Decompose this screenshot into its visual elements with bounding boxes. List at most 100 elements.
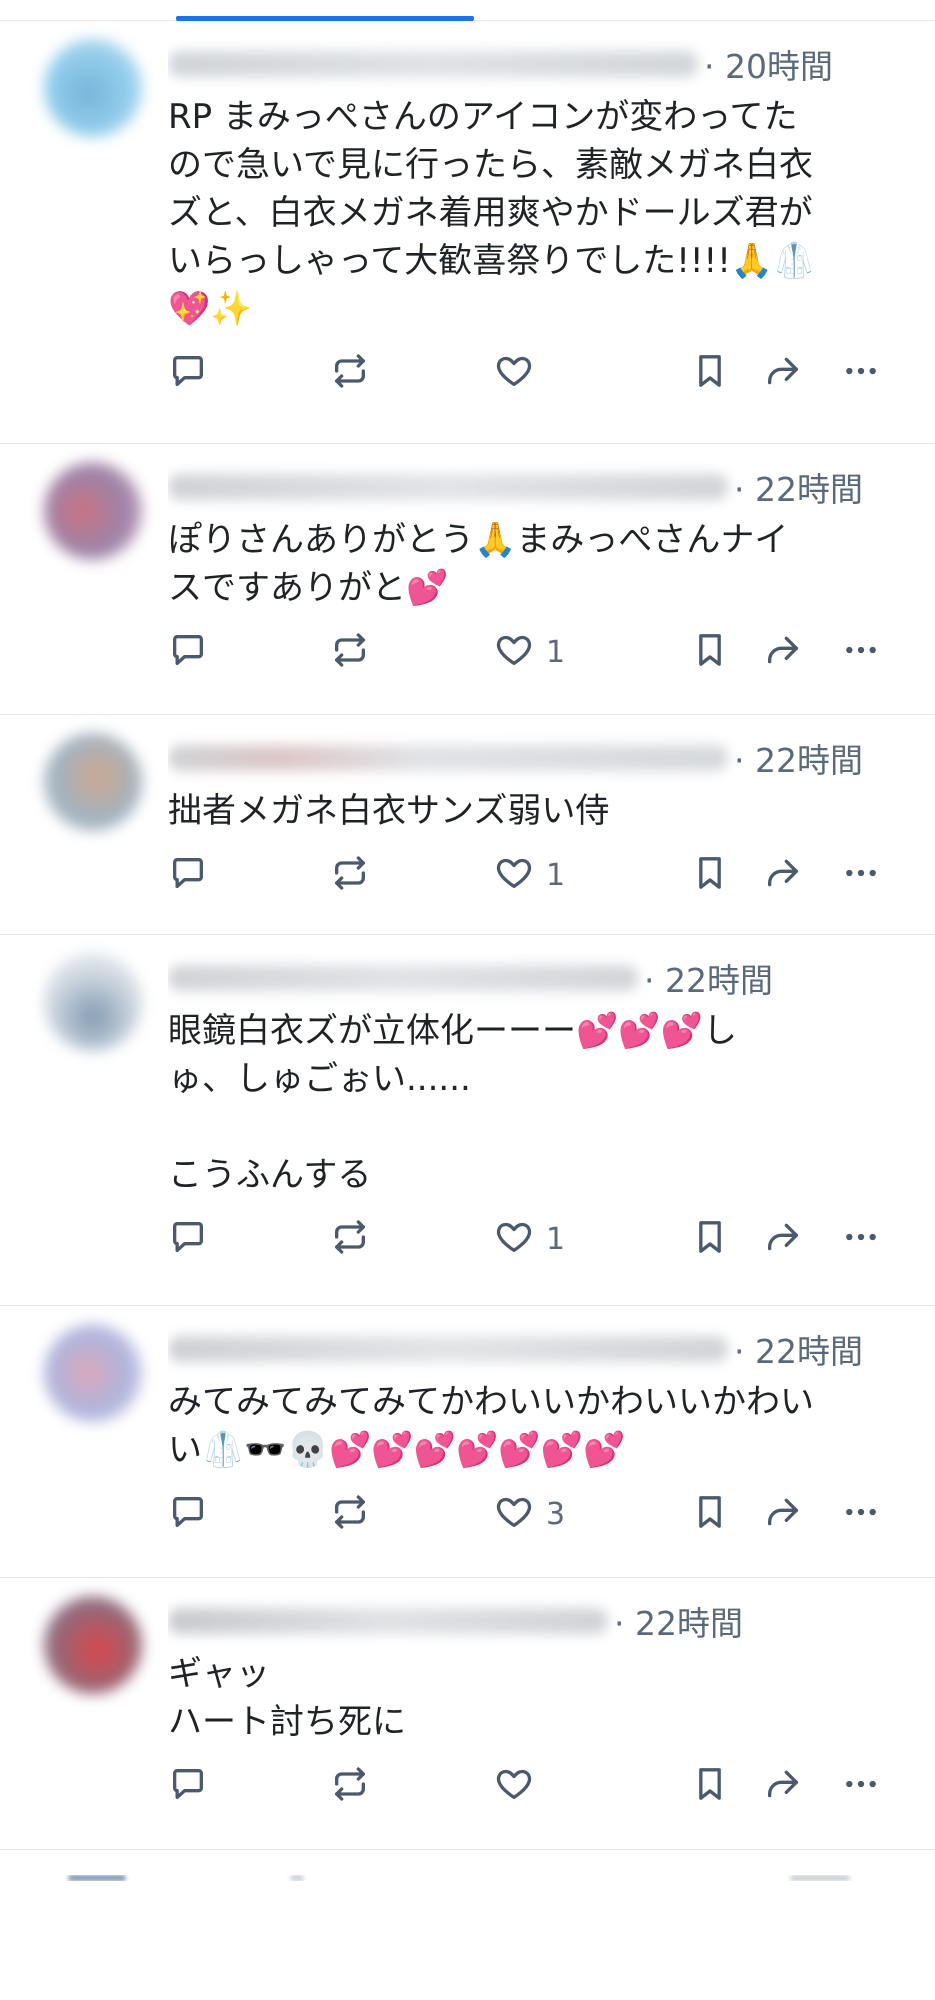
post-text-line: ギャッ bbox=[168, 1654, 270, 1694]
heart-icon bbox=[494, 1492, 534, 1536]
post[interactable]: · 22時間 みてみてみてみてかわいいかわいいかわい い🥼🕶️💀💕💕💕💕💕💕💕 … bbox=[0, 1306, 935, 1578]
repost-button[interactable] bbox=[330, 1219, 370, 1259]
repost-icon bbox=[330, 1217, 370, 1261]
reply-button[interactable] bbox=[168, 632, 208, 672]
reply-icon bbox=[168, 1764, 208, 1808]
bookmark-button[interactable] bbox=[690, 1219, 730, 1259]
bookmark-button[interactable] bbox=[690, 632, 730, 672]
post-text: 拙者メガネ白衣サンズ弱い侍 bbox=[168, 787, 905, 835]
repost-button[interactable] bbox=[330, 632, 370, 672]
post-text-line: スですありがと💕 bbox=[168, 568, 449, 608]
heart-icon bbox=[494, 853, 534, 897]
share-button[interactable] bbox=[763, 1494, 803, 1534]
author-name[interactable] bbox=[168, 745, 728, 771]
more-button[interactable] bbox=[841, 1219, 881, 1259]
post[interactable]: · 22時間 ぽりさんありがとう🙏まみっぺさんナイ スですありがと💕 1 bbox=[0, 444, 935, 715]
avatar[interactable] bbox=[44, 462, 142, 560]
repost-button[interactable] bbox=[330, 1766, 370, 1806]
share-button[interactable] bbox=[763, 1219, 803, 1259]
post-text-line: ので急いで見に行ったら、素敵メガネ白衣 bbox=[168, 145, 813, 185]
author-name[interactable] bbox=[168, 1608, 608, 1634]
bookmark-button[interactable] bbox=[690, 353, 730, 393]
post-text-line: ズと、白衣メガネ着用爽やかドールズ君が bbox=[168, 193, 813, 233]
bookmark-icon bbox=[690, 1492, 730, 1536]
avatar[interactable] bbox=[44, 1596, 142, 1694]
post-header: · 22時間 bbox=[168, 1596, 905, 1646]
post-header: · 22時間 bbox=[168, 733, 905, 783]
reply-button[interactable] bbox=[168, 1494, 208, 1534]
post-header: · 22時間 bbox=[168, 1324, 905, 1374]
reply-icon bbox=[168, 1217, 208, 1261]
post-text-line: みてみてみてみてかわいいかわいいかわい bbox=[168, 1382, 814, 1422]
more-button[interactable] bbox=[841, 632, 881, 672]
avatar[interactable] bbox=[44, 953, 142, 1051]
post-time[interactable]: · 20時間 bbox=[704, 40, 833, 88]
post-text-line: 💖✨ bbox=[168, 289, 253, 329]
repost-icon bbox=[330, 1492, 370, 1536]
post-time[interactable]: · 22時間 bbox=[644, 954, 773, 1002]
more-button[interactable] bbox=[841, 1494, 881, 1534]
avatar[interactable] bbox=[44, 1324, 142, 1422]
heart-icon bbox=[494, 1764, 534, 1808]
like-button[interactable] bbox=[494, 353, 546, 393]
more-icon bbox=[841, 630, 881, 674]
post-header: · 20時間 bbox=[168, 39, 905, 89]
share-button[interactable] bbox=[763, 855, 803, 895]
post-time[interactable]: · 22時間 bbox=[734, 1325, 863, 1373]
heart-icon bbox=[494, 1217, 534, 1261]
post[interactable]: · 20時間 RP まみっぺさんのアイコンが変わってた ので急いで見に行ったら、… bbox=[0, 21, 935, 444]
share-icon bbox=[763, 1492, 803, 1536]
author-name[interactable] bbox=[168, 474, 728, 500]
reply-button[interactable] bbox=[168, 1219, 208, 1259]
reply-button[interactable] bbox=[168, 1766, 208, 1806]
reply-button[interactable] bbox=[168, 353, 208, 393]
like-button[interactable] bbox=[494, 1766, 546, 1806]
repost-icon bbox=[330, 853, 370, 897]
like-button[interactable]: 1 bbox=[494, 632, 565, 672]
reply-button[interactable] bbox=[168, 855, 208, 895]
avatar[interactable] bbox=[44, 39, 142, 137]
share-icon bbox=[763, 1764, 803, 1808]
author-name[interactable] bbox=[168, 965, 638, 991]
like-count: 1 bbox=[546, 857, 566, 893]
post[interactable]: · 22時間 拙者メガネ白衣サンズ弱い侍 1 bbox=[0, 715, 935, 935]
avatar[interactable] bbox=[44, 733, 142, 831]
next-post-avatar-edge bbox=[68, 1875, 126, 1881]
post-text-line: ゅ、しゅごぉい...... bbox=[168, 1059, 471, 1099]
post-time[interactable]: · 22時間 bbox=[734, 734, 863, 782]
post-actions: 1 bbox=[168, 835, 905, 931]
post-actions bbox=[168, 333, 905, 429]
more-button[interactable] bbox=[841, 1766, 881, 1806]
post-time[interactable]: · 22時間 bbox=[614, 1597, 743, 1645]
reply-icon bbox=[168, 351, 208, 395]
share-icon bbox=[763, 853, 803, 897]
post-text-line: い🥼🕶️💀💕💕💕💕💕💕💕 bbox=[168, 1430, 626, 1470]
bookmark-button[interactable] bbox=[690, 855, 730, 895]
more-icon bbox=[841, 351, 881, 395]
post[interactable]: · 22時間 ギャッ ハート討ち死に bbox=[0, 1578, 935, 1850]
repost-button[interactable] bbox=[330, 1494, 370, 1534]
like-button[interactable]: 1 bbox=[494, 855, 565, 895]
next-post-time-edge bbox=[790, 1875, 850, 1881]
bookmark-button[interactable] bbox=[690, 1766, 730, 1806]
heart-icon bbox=[494, 630, 534, 674]
post-text-line: 拙者メガネ白衣サンズ弱い侍 bbox=[168, 791, 610, 831]
repost-button[interactable] bbox=[330, 353, 370, 393]
repost-button[interactable] bbox=[330, 855, 370, 895]
post[interactable]: · 22時間 眼鏡白衣ズが立体化ーーー💕💕💕し ゅ、しゅごぉい...... こう… bbox=[0, 935, 935, 1306]
share-button[interactable] bbox=[763, 353, 803, 393]
share-icon bbox=[763, 351, 803, 395]
more-button[interactable] bbox=[841, 855, 881, 895]
share-button[interactable] bbox=[763, 1766, 803, 1806]
share-button[interactable] bbox=[763, 632, 803, 672]
more-icon bbox=[841, 853, 881, 897]
post-header: · 22時間 bbox=[168, 462, 905, 512]
more-button[interactable] bbox=[841, 353, 881, 393]
author-name[interactable] bbox=[168, 51, 698, 77]
like-button[interactable]: 3 bbox=[494, 1494, 565, 1534]
like-button[interactable]: 1 bbox=[494, 1219, 565, 1259]
author-name[interactable] bbox=[168, 1336, 728, 1362]
bookmark-button[interactable] bbox=[690, 1494, 730, 1534]
post-time[interactable]: · 22時間 bbox=[734, 463, 863, 511]
more-icon bbox=[841, 1764, 881, 1808]
